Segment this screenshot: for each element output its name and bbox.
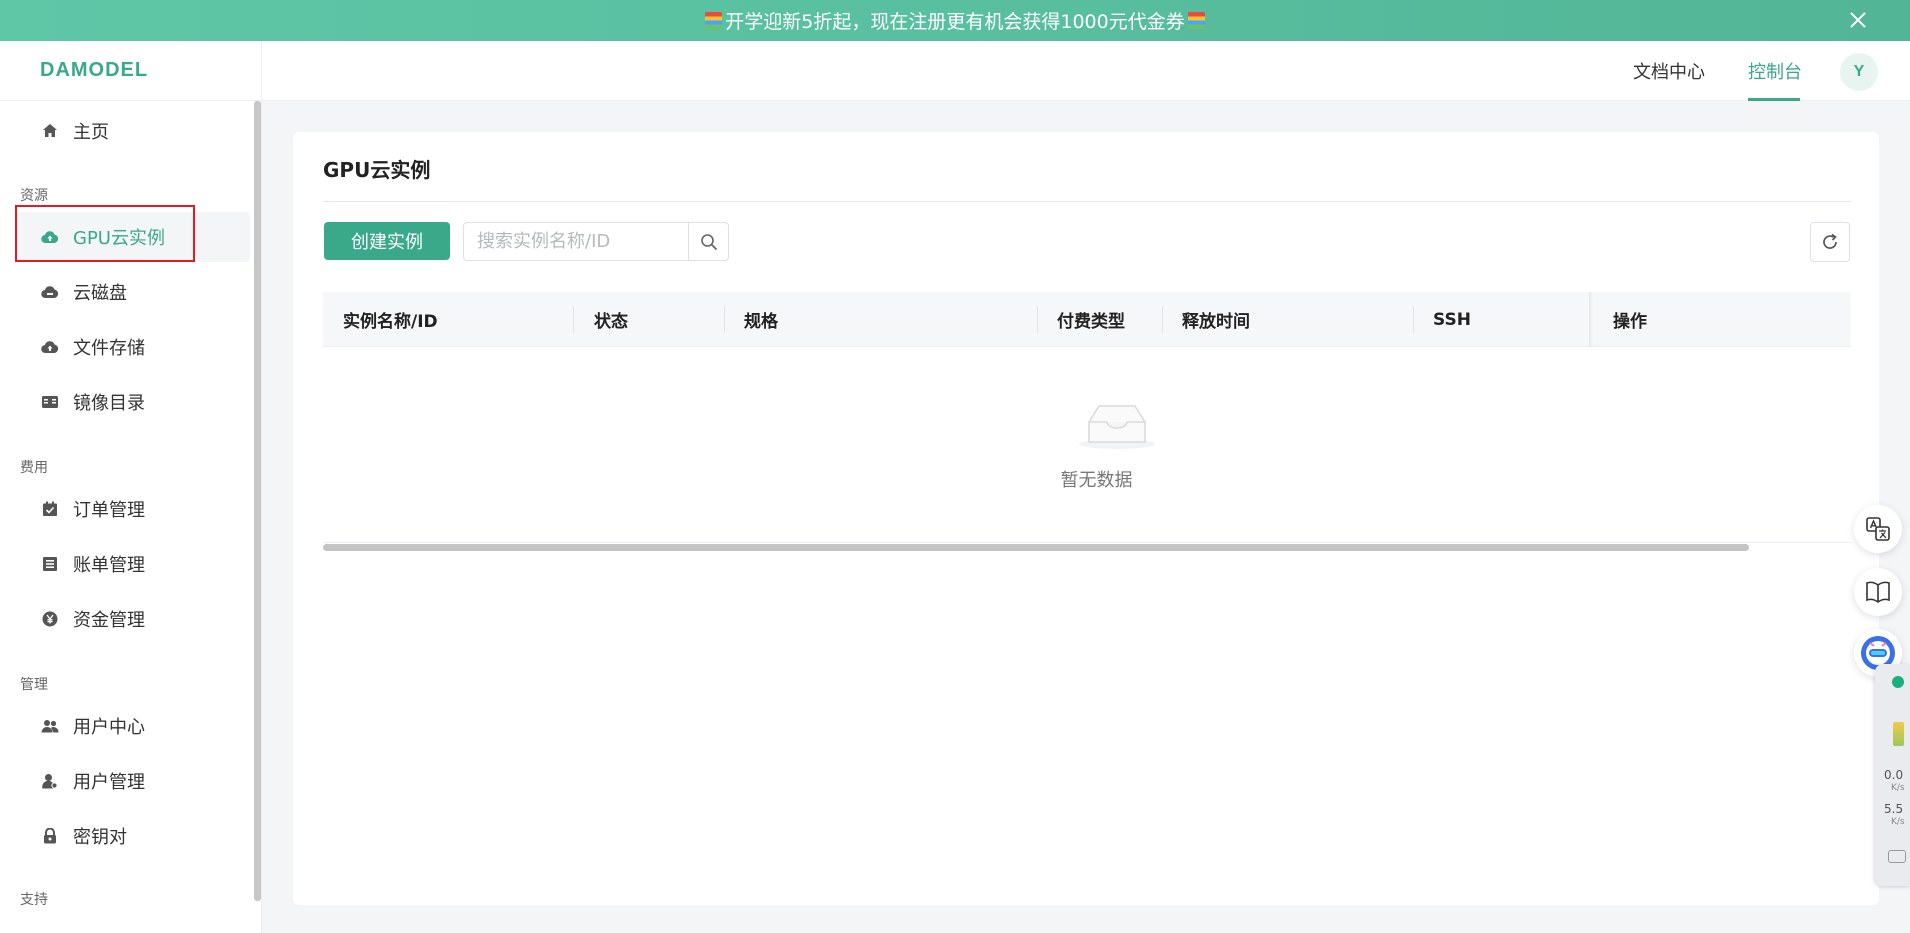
search-button[interactable] — [688, 223, 728, 260]
lock-icon — [41, 827, 59, 845]
sidebar-item-label: 用户中心 — [73, 717, 145, 738]
sidebar-group-billing: 费用 — [20, 460, 48, 476]
promo-banner[interactable]: 开学迎新5折起，现在注册更有机会获得1000元代金券 — [0, 0, 1910, 41]
nav-active-indicator — [1748, 98, 1800, 101]
sidebar-item-label: GPU云实例 — [73, 228, 165, 249]
sidebar-item-orders[interactable]: 订单管理 — [15, 484, 250, 534]
sidebar-group-manage: 管理 — [20, 677, 48, 693]
list-icon — [41, 555, 59, 573]
empty-inbox-icon — [1077, 398, 1157, 454]
gpu-instances-panel: GPU云实例 创建实例 实例名称/ID 状态 规格 付费类型 释放时间 SSH … — [293, 132, 1879, 905]
sidebar-item-label: 云磁盘 — [73, 283, 127, 304]
table-header: 实例名称/ID 状态 规格 付费类型 释放时间 SSH 操作 — [323, 292, 1851, 347]
download-unit: K/s — [1891, 817, 1905, 827]
sidebar-item-label: 资金管理 — [73, 610, 145, 631]
sidebar-item-bills[interactable]: 账单管理 — [15, 539, 250, 589]
sidebar-group-resources: 资源 — [20, 188, 48, 204]
table-horizontal-scrollbar[interactable] — [323, 544, 1749, 551]
books-emoji-icon — [1187, 12, 1205, 29]
books-emoji-icon — [705, 12, 723, 29]
refresh-icon — [1823, 233, 1837, 249]
column-separator — [1162, 306, 1163, 333]
calendar-check-icon — [41, 500, 59, 518]
sidebar-item-images[interactable]: 镜像目录 — [15, 377, 250, 427]
users-icon — [41, 717, 59, 735]
column-header-ssh: SSH — [1433, 309, 1471, 330]
sidebar-item-label: 订单管理 — [73, 500, 145, 521]
column-separator — [1037, 306, 1038, 333]
column-header-release-time: 释放时间 — [1182, 312, 1250, 332]
translate-icon — [1866, 517, 1890, 541]
sidebar: 主页 资源 GPU云实例 云磁盘 文件存储 镜像目录 费用 订单管理 账单管理 … — [0, 101, 262, 933]
yen-icon — [41, 610, 59, 628]
sidebar-item-funds[interactable]: 资金管理 — [15, 594, 250, 644]
column-separator — [1413, 306, 1414, 333]
sidebar-item-file-storage[interactable]: 文件存储 — [15, 322, 250, 372]
nav-console-link[interactable]: 控制台 — [1748, 58, 1802, 84]
read-mode-button[interactable] — [1854, 568, 1902, 616]
cloud-upload-icon — [41, 228, 59, 246]
sidebar-item-keypair[interactable]: 密钥对 — [15, 811, 250, 861]
empty-state: 暂无数据 — [323, 348, 1851, 508]
upload-speed: 0.0 — [1884, 768, 1904, 782]
close-icon[interactable] — [1846, 8, 1870, 32]
upload-unit: K/s — [1891, 783, 1905, 793]
search-icon — [700, 233, 717, 250]
status-dot — [1892, 676, 1904, 688]
refresh-button[interactable] — [1810, 222, 1850, 262]
network-monitor-widget[interactable]: 0.0 K/s 5.5 K/s — [1875, 664, 1910, 886]
sidebar-item-home[interactable]: 主页 — [15, 106, 250, 156]
memory-gauge — [1893, 722, 1904, 746]
empty-text: 暂无数据 — [1060, 470, 1133, 491]
top-header: DAMODEL 文档中心 控制台 Y — [0, 41, 1910, 101]
camera-icon[interactable] — [1888, 850, 1906, 863]
sidebar-item-label: 文件存储 — [73, 338, 145, 359]
column-separator — [724, 306, 725, 333]
fixed-column-shadow — [1589, 292, 1593, 347]
column-header-billing-type: 付费类型 — [1057, 312, 1125, 332]
sidebar-item-label: 账单管理 — [73, 555, 145, 576]
cloud-upload-icon — [41, 338, 59, 356]
sidebar-item-label: 主页 — [73, 122, 109, 143]
column-header-actions: 操作 — [1613, 312, 1647, 332]
sidebar-item-user-center[interactable]: 用户中心 — [15, 701, 250, 751]
sidebar-item-label: 镜像目录 — [73, 393, 145, 414]
user-settings-icon — [41, 772, 59, 790]
sidebar-item-gpu[interactable]: GPU云实例 — [15, 212, 250, 262]
header-divider — [261, 41, 262, 101]
page-title: GPU云实例 — [323, 158, 431, 182]
sidebar-item-label: 用户管理 — [73, 772, 145, 793]
table-bottom-border — [323, 542, 1851, 543]
home-icon — [41, 122, 59, 140]
column-separator — [573, 306, 574, 333]
column-header-spec: 规格 — [744, 312, 778, 332]
download-speed: 5.5 — [1884, 802, 1904, 816]
sidebar-scrollbar[interactable] — [254, 101, 261, 901]
book-open-icon — [41, 393, 59, 411]
sidebar-item-cloud-disk[interactable]: 云磁盘 — [15, 267, 250, 317]
logo[interactable]: DAMODEL — [40, 59, 148, 82]
title-divider — [323, 201, 1851, 202]
create-instance-button[interactable]: 创建实例 — [324, 222, 450, 260]
sidebar-item-user-manage[interactable]: 用户管理 — [15, 756, 250, 806]
search-box — [463, 222, 729, 261]
column-header-name: 实例名称/ID — [343, 312, 438, 332]
translate-button[interactable] — [1854, 505, 1902, 553]
search-input[interactable] — [464, 223, 690, 260]
sidebar-group-support: 支持 — [20, 892, 48, 908]
avatar[interactable]: Y — [1840, 53, 1878, 91]
cloud-disk-icon — [41, 283, 59, 301]
promo-banner-text: 开学迎新5折起，现在注册更有机会获得1000元代金券 — [725, 11, 1185, 33]
column-header-status: 状态 — [594, 312, 628, 332]
book-icon — [1866, 581, 1890, 603]
sidebar-item-label: 密钥对 — [73, 827, 127, 848]
nav-docs-link[interactable]: 文档中心 — [1633, 58, 1705, 84]
